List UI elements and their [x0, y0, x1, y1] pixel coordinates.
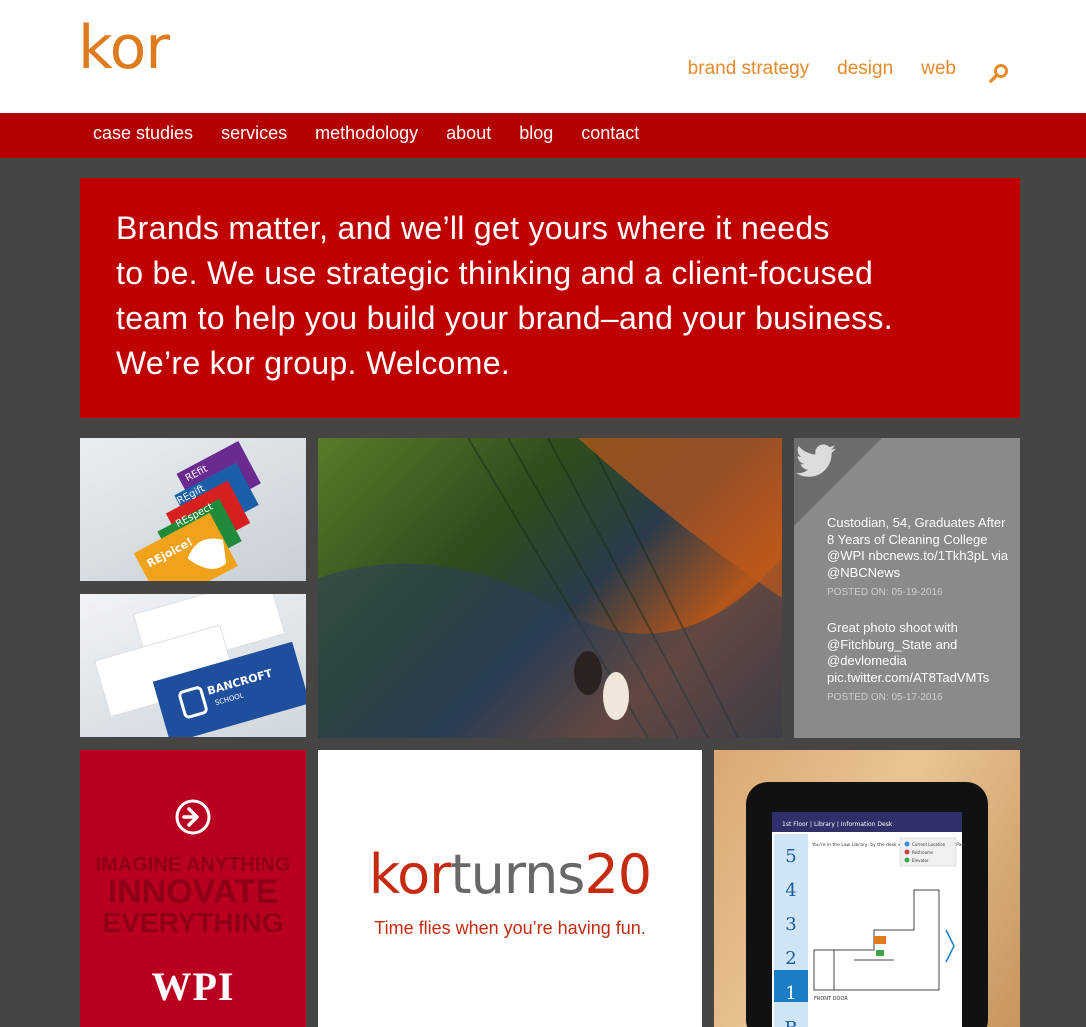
floor-button[interactable]: 4 — [785, 880, 796, 901]
floor-button-active[interactable]: 1 — [785, 983, 796, 1004]
tweet-text[interactable]: Custodian, 54, Graduates After 8 Years o… — [827, 515, 1013, 581]
nav-blog[interactable]: blog — [519, 123, 553, 144]
hero-line-1: Brands matter, and we’ll get yours where… — [116, 210, 830, 246]
wpi-line-2: INNOVATE — [107, 873, 279, 911]
legend-elevator: Elevator — [912, 858, 929, 863]
hero-line-2: to be. We use strategic thinking and a c… — [116, 255, 874, 291]
ipad-app-tile[interactable]: 1st Floor | Library | Information Desk 5… — [714, 750, 1020, 1027]
anniversary-headline: korturns20 — [318, 848, 702, 902]
anniversary-tile[interactable]: korturns20 Time flies when you’re having… — [318, 750, 702, 1027]
staircase-photo — [318, 438, 782, 738]
hero-line-3: team to help you build your brand–and yo… — [116, 300, 893, 336]
tweet-text[interactable]: Great photo shoot with @Fitchburg_State … — [827, 620, 1013, 686]
tweet-item: Great photo shoot with @Fitchburg_State … — [827, 620, 1013, 703]
nav-contact[interactable]: contact — [581, 123, 639, 144]
cards-image: REgift REspect REfit REjoice! — [133, 440, 261, 581]
search-icon[interactable] — [988, 62, 1010, 84]
anniversary-number: 20 — [584, 843, 652, 906]
nav-services[interactable]: services — [221, 123, 287, 144]
hero-banner: Brands matter, and we’ll get yours where… — [80, 178, 1020, 418]
nav-case-studies[interactable]: case studies — [93, 123, 193, 144]
ipad-bottom-label: FRONT DOOR — [814, 996, 848, 1002]
bancroft-image: BANCROFT SCHOOL — [94, 594, 306, 737]
tweet-item: Custodian, 54, Graduates After 8 Years o… — [827, 515, 1013, 598]
anniversary-turns: turns — [450, 843, 585, 906]
wpi-tagline: IMAGINE ANYTHING INNOVATE EVERYTHING — [80, 855, 306, 937]
main-nav: case studies services methodology about … — [93, 123, 639, 144]
nav-web[interactable]: web — [921, 58, 956, 80]
brand-nav: brand strategy design web — [688, 58, 956, 80]
floor-button[interactable]: 2 — [785, 948, 796, 969]
cards-tile[interactable]: REgift REspect REfit REjoice! — [80, 438, 306, 581]
nav-brand-strategy[interactable]: brand strategy — [688, 58, 809, 80]
wpi-line-3: EVERYTHING — [102, 907, 284, 938]
ipad-bar-label: 1st Floor | Library | Information Desk — [782, 821, 893, 828]
nav-design[interactable]: design — [837, 58, 893, 80]
floor-button[interactable]: B — [784, 1018, 797, 1027]
hero-line-4: We’re kor group. Welcome. — [116, 345, 511, 381]
kor-logo[interactable]: kor — [78, 18, 170, 78]
legend-restrooms: Restrooms — [912, 850, 933, 855]
tweet-date: POSTED ON: 05-17-2016 — [827, 692, 943, 703]
arrow-circle-right-icon[interactable] — [174, 798, 212, 836]
twitter-bird-icon[interactable] — [794, 444, 838, 480]
wpi-logo: WPI — [151, 964, 235, 1009]
ipad-image: 1st Floor | Library | Information Desk 5… — [746, 782, 988, 1027]
wpi-tile[interactable]: IMAGINE ANYTHING INNOVATE EVERYTHING WPI — [80, 750, 306, 1027]
floor-button[interactable]: 5 — [785, 846, 796, 867]
tweet-date: POSTED ON: 05-19-2016 — [827, 587, 943, 598]
bancroft-tile[interactable]: BANCROFT SCHOOL — [80, 594, 306, 737]
wpi-line-1: IMAGINE ANYTHING — [95, 854, 291, 876]
anniversary-tagline: Time flies when you’re having fun. — [374, 918, 646, 938]
nav-about[interactable]: about — [446, 123, 491, 144]
tweet-list: Custodian, 54, Graduates After 8 Years o… — [827, 515, 1013, 703]
anniversary-kor: kor — [368, 843, 452, 906]
featured-photo-tile[interactable] — [318, 438, 782, 738]
floor-button[interactable]: 3 — [785, 914, 796, 935]
legend-current-location: Current Location — [912, 842, 946, 847]
twitter-feed-tile: Custodian, 54, Graduates After 8 Years o… — [794, 438, 1020, 738]
nav-methodology[interactable]: methodology — [315, 123, 418, 144]
header: kor brand strategy design web — [0, 0, 1086, 113]
